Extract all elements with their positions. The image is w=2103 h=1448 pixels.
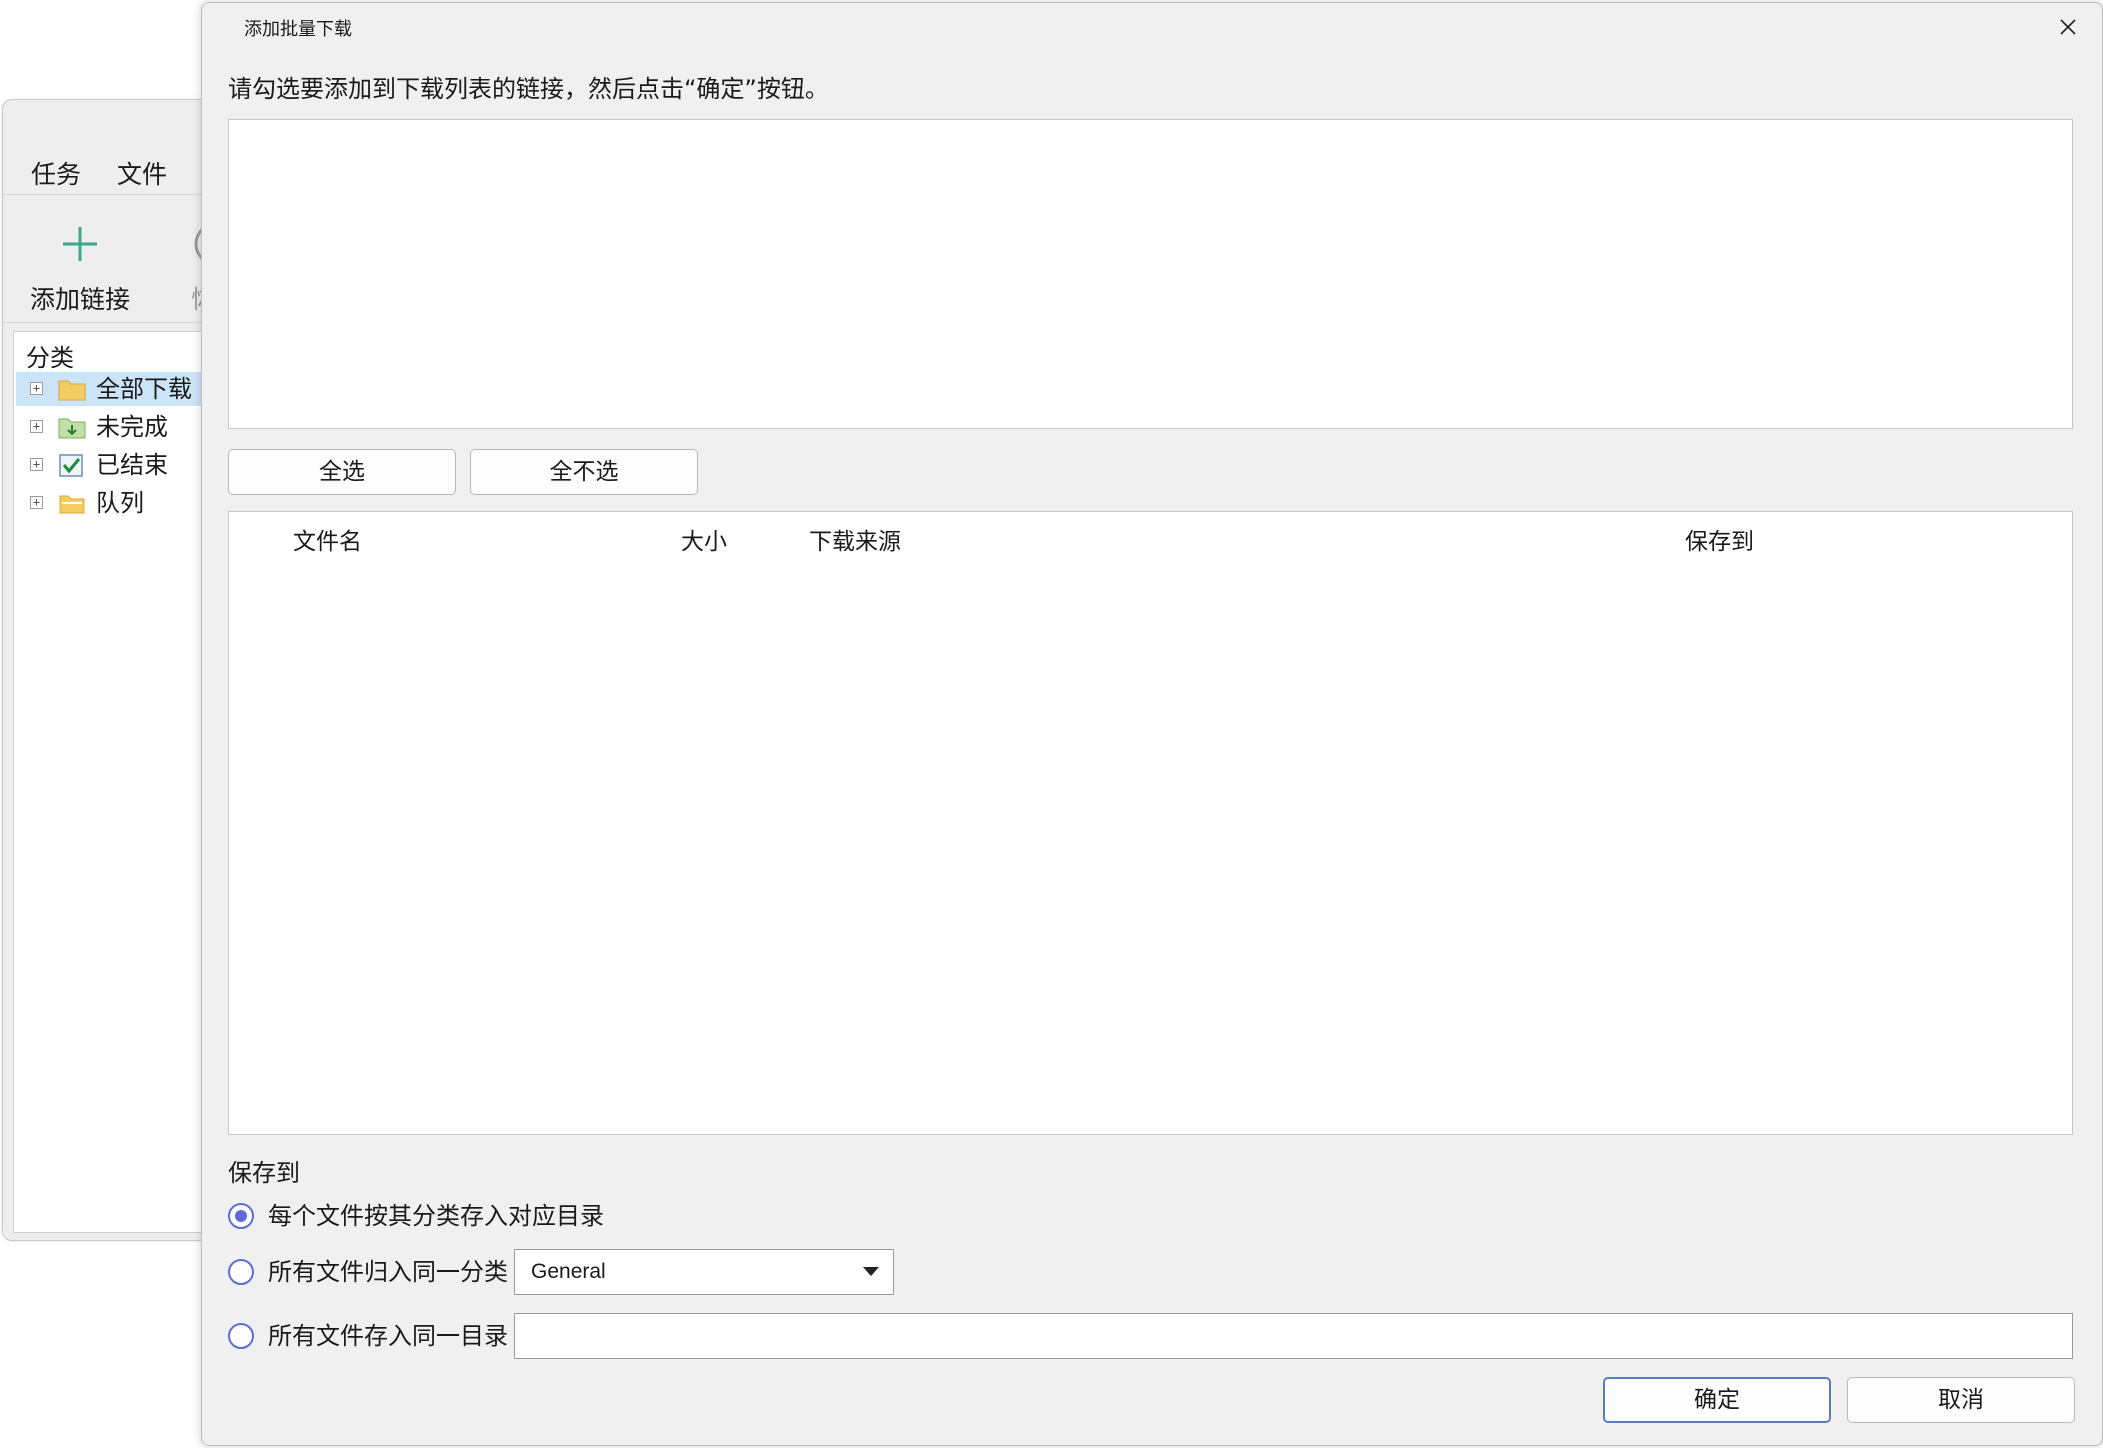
plus-icon	[15, 214, 145, 274]
file-table[interactable]: 文件名 大小 下载来源 保存到	[228, 511, 2073, 1135]
add-link-label: 添加链接	[29, 285, 130, 314]
column-header-source[interactable]: 下载来源	[809, 522, 901, 556]
folder-icon	[58, 380, 86, 401]
column-header-size[interactable]: 大小	[681, 522, 727, 556]
expand-icon[interactable]: +	[30, 458, 43, 471]
tree-header: 分类	[26, 344, 74, 372]
save-section-label: 保存到	[228, 1159, 300, 1187]
menu-task[interactable]: 任务	[31, 150, 81, 200]
menu-file[interactable]: 文件	[117, 150, 167, 200]
expand-icon[interactable]: +	[30, 496, 43, 509]
tree-item-label: 已结束	[96, 451, 168, 479]
batch-download-dialog: 添加批量下载 请勾选要添加到下载列表的链接，然后点击“确定”按钮。 全选 全不选…	[201, 2, 2103, 1446]
tree-item-label: 未完成	[96, 413, 168, 441]
option-label: 所有文件存入同一目录	[268, 1322, 508, 1350]
links-list[interactable]	[228, 119, 2073, 429]
chevron-down-icon	[863, 1267, 879, 1276]
tree-item-label: 全部下载	[96, 375, 192, 403]
column-header-save-to[interactable]: 保存到	[1685, 522, 1754, 556]
radio-per-category[interactable]	[228, 1203, 254, 1229]
close-icon	[2060, 19, 2076, 35]
folder-open-icon	[59, 495, 85, 514]
dialog-title: 添加批量下载	[244, 19, 352, 40]
column-header-filename[interactable]: 文件名	[293, 522, 362, 556]
select-all-button[interactable]: 全选	[228, 449, 456, 495]
instruction-text: 请勾选要添加到下载列表的链接，然后点击“确定”按钮。	[228, 75, 829, 103]
close-button[interactable]	[2048, 9, 2088, 45]
folder-download-icon	[58, 418, 86, 439]
tree-item-label: 队列	[96, 489, 144, 517]
cancel-button[interactable]: 取消	[1847, 1377, 2075, 1423]
add-link-button[interactable]: 添加链接	[15, 214, 145, 314]
option-label: 每个文件按其分类存入对应目录	[268, 1202, 604, 1230]
select-none-button[interactable]: 全不选	[470, 449, 698, 495]
category-dropdown[interactable]: General	[514, 1249, 894, 1295]
radio-same-category[interactable]	[228, 1259, 254, 1285]
category-value: General	[531, 1260, 606, 1283]
expand-icon[interactable]: +	[30, 382, 43, 395]
expand-icon[interactable]: +	[30, 420, 43, 433]
directory-input[interactable]	[514, 1313, 2073, 1359]
option-label: 所有文件归入同一分类	[268, 1258, 508, 1286]
ok-button[interactable]: 确定	[1603, 1377, 1831, 1423]
check-box-icon	[59, 454, 83, 477]
radio-same-directory[interactable]	[228, 1323, 254, 1349]
